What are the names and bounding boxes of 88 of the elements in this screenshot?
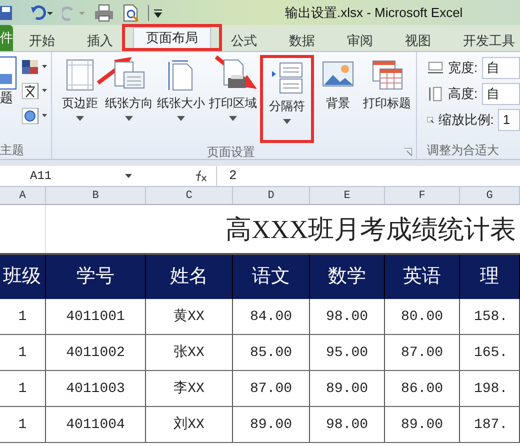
input-field[interactable]: 1 <box>498 109 520 131</box>
ribbon-button[interactable]: 纸张方向 <box>104 55 154 137</box>
field-label: 高度: <box>448 85 478 104</box>
table-cell: 4011002 <box>46 335 146 370</box>
table-cell: 1 <box>0 407 46 442</box>
print-titles-icon <box>370 58 404 92</box>
table-cell: 165. <box>460 335 520 370</box>
save-icon[interactable] <box>0 4 14 20</box>
group-label: 主题 <box>0 142 25 159</box>
table-cell: 158. <box>460 299 520 334</box>
column-header[interactable]: B <box>46 187 146 204</box>
table-cell: 张XX <box>146 335 233 370</box>
ribbon-tab[interactable]: 开始 <box>17 30 67 51</box>
table-header-cell: 语文 <box>233 255 310 299</box>
ribbon-button[interactable]: 分隔符 <box>265 58 309 140</box>
ribbon-tab[interactable]: 开发工具 <box>451 30 520 51</box>
table-cell: 89.00 <box>385 407 460 442</box>
field-label: 缩放比例: <box>438 111 494 130</box>
sheet-title: 高XXX班月考成绩统计表 <box>226 214 516 246</box>
ribbon-tab[interactable]: 数据 <box>277 30 327 51</box>
caret-icon <box>125 174 132 178</box>
table-header-cell: 数学 <box>310 255 385 299</box>
ribbon-tab[interactable]: 视图 <box>393 30 443 51</box>
width-icon <box>427 60 444 76</box>
ribbon-button[interactable]: 打印区域 <box>208 55 258 137</box>
table-cell: 4011003 <box>46 371 146 406</box>
ribbon-button[interactable]: 纸张大小 <box>156 55 206 137</box>
ribbon-tab[interactable]: 审阅 <box>335 30 385 51</box>
page-break-icon <box>270 61 304 95</box>
table-cell: 98.00 <box>310 299 385 334</box>
table-cell: 4011001 <box>46 299 146 334</box>
table-cell: 1 <box>0 371 46 406</box>
input-field[interactable]: 自 <box>482 57 520 79</box>
printer-icon[interactable] <box>94 4 114 22</box>
table-cell: 刘XX <box>146 407 233 442</box>
table-cell: 198. <box>460 371 520 406</box>
table-header-cell: 班级 <box>0 255 46 299</box>
undo-icon[interactable] <box>30 4 54 20</box>
insert-function-icon[interactable] <box>194 170 208 182</box>
themes-icon[interactable] <box>0 56 18 90</box>
name-box[interactable]: A11 <box>0 166 136 186</box>
ribbon-tab[interactable]: 页面布局 <box>133 27 211 48</box>
group-label: 调整为合适大 <box>427 142 500 159</box>
field-label: 宽度: <box>448 59 478 78</box>
column-header[interactable]: E <box>310 187 385 204</box>
column-header[interactable]: A <box>0 187 46 204</box>
formula-input[interactable]: 2 <box>216 166 520 186</box>
ribbon-button[interactable]: 页边距 <box>58 55 102 137</box>
customize-caret-icon[interactable] <box>153 6 163 18</box>
table-cell: 89.00 <box>310 371 385 406</box>
themes-button-label[interactable]: 题 <box>0 90 13 106</box>
dialog-launcher-icon[interactable] <box>404 148 412 156</box>
ribbon-button[interactable]: 打印标题 <box>362 55 412 137</box>
table-cell: 86.00 <box>385 371 460 406</box>
table-cell: 187. <box>460 407 520 442</box>
table-cell: 80.00 <box>385 299 460 334</box>
table-cell: 95.00 <box>310 335 385 370</box>
table-cell: 85.00 <box>233 335 310 370</box>
table-cell: 98.00 <box>310 407 385 442</box>
table-cell: 黄XX <box>146 299 233 334</box>
ribbon-tab[interactable]: 公式 <box>219 30 269 51</box>
table-header-cell: 理 <box>460 255 520 299</box>
window-title: 输出设置.xlsx - Microsoft Excel <box>285 4 463 22</box>
table-cell: 87.00 <box>385 335 460 370</box>
file-tab[interactable]: 件 <box>0 25 13 51</box>
fonts-icon[interactable] <box>22 83 48 99</box>
column-header[interactable]: F <box>385 187 460 204</box>
input-field[interactable]: 自 <box>482 83 520 105</box>
column-header[interactable]: G <box>460 187 520 204</box>
effects-icon[interactable] <box>22 108 48 124</box>
print-preview-icon[interactable] <box>122 4 140 22</box>
table-cell: 1 <box>0 299 46 334</box>
table-cell: 87.00 <box>233 371 310 406</box>
color-palette-icon[interactable] <box>22 60 48 74</box>
table-header-cell: 英语 <box>385 255 460 299</box>
table-cell: 李XX <box>146 371 233 406</box>
ribbon-tab[interactable]: 插入 <box>75 30 125 51</box>
table-cell: 4011004 <box>46 407 146 442</box>
table-cell: 1 <box>0 335 46 370</box>
table-header-cell: 姓名 <box>146 255 233 299</box>
column-header[interactable]: D <box>233 187 310 204</box>
ribbon-button[interactable]: 背景 <box>316 55 360 137</box>
table-cell: 89.00 <box>233 407 310 442</box>
group-label: 页面设置 <box>206 144 256 161</box>
column-header[interactable]: C <box>146 187 233 204</box>
table-cell: 84.00 <box>233 299 310 334</box>
table-header-cell: 学号 <box>46 255 146 299</box>
height-icon <box>427 86 444 102</box>
